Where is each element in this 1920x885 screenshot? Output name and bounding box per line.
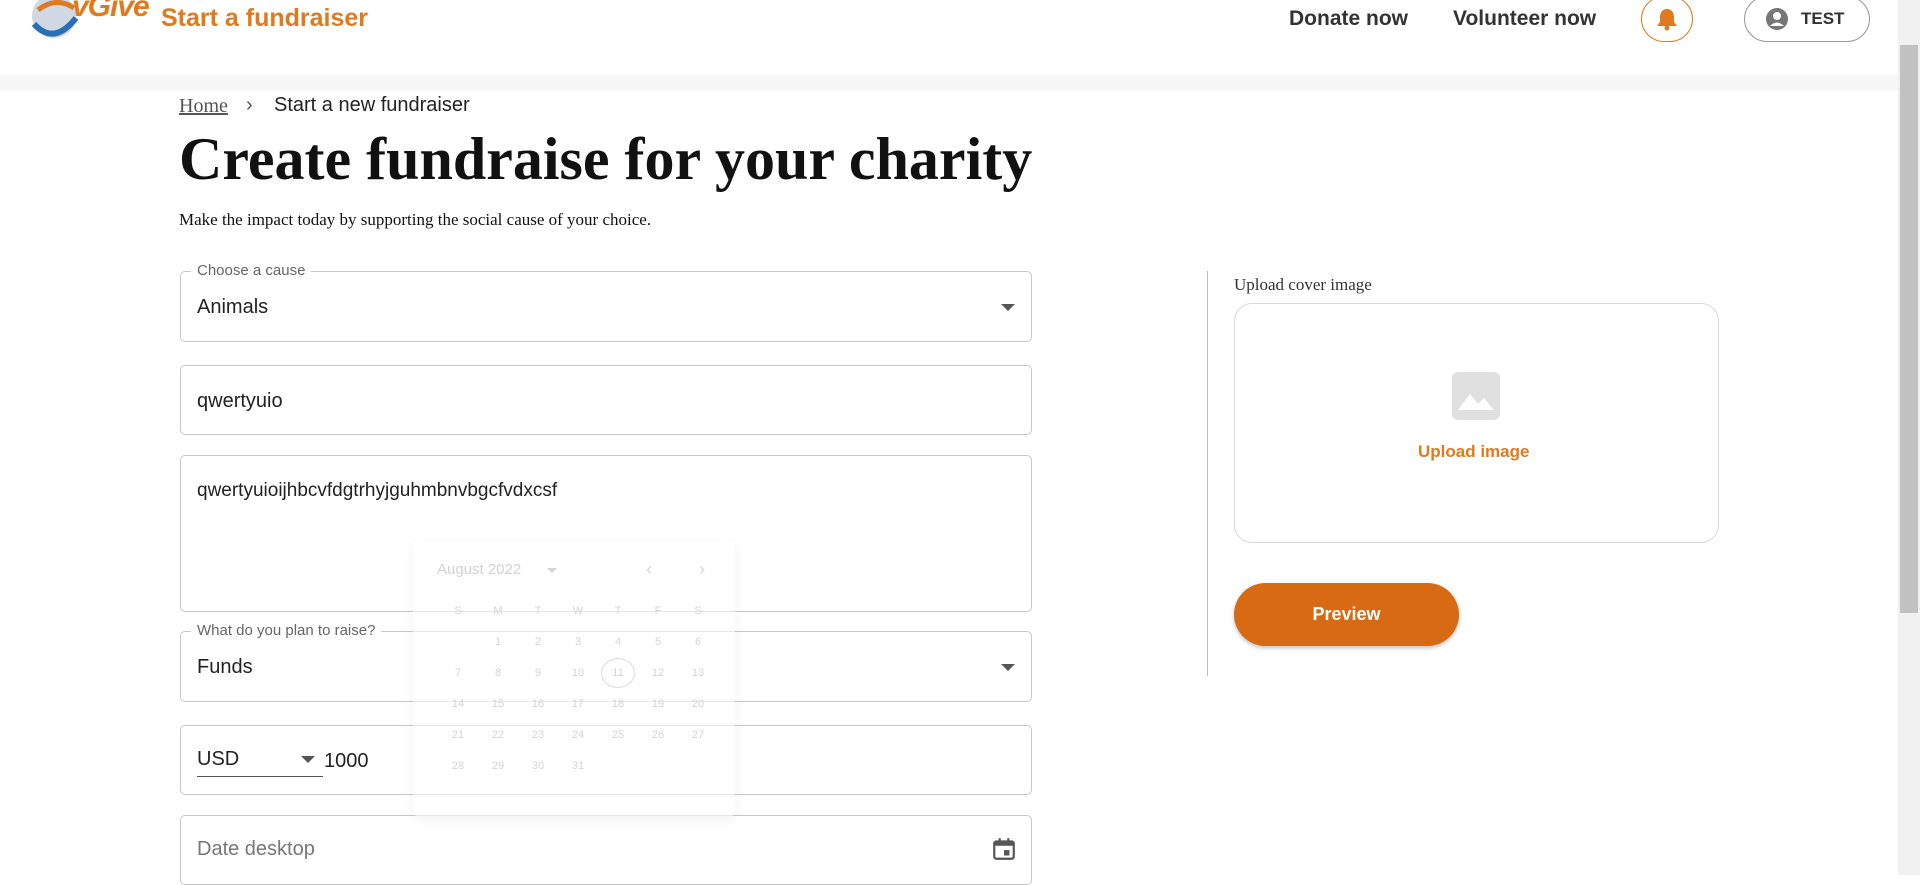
datepicker-month[interactable]: August 2022 <box>437 561 521 578</box>
chevron-down-icon[interactable] <box>547 568 557 573</box>
day-cell[interactable]: 13 <box>678 657 718 688</box>
day-cell[interactable]: 15 <box>478 688 518 719</box>
day-cell[interactable]: 18 <box>598 688 638 719</box>
day-cell[interactable]: 9 <box>518 657 558 688</box>
logo-text: vGive <box>72 0 150 23</box>
weekday-label: W <box>572 604 584 617</box>
breadcrumb-current: Start a new fundraiser <box>274 94 470 116</box>
plan-label: What do you plan to raise? <box>191 622 382 639</box>
amount-input[interactable]: 1000 <box>324 750 369 773</box>
currency-select[interactable]: USD <box>197 744 323 777</box>
chevron-down-icon <box>301 756 315 763</box>
weekday-label: F <box>654 604 662 617</box>
chevron-right-icon[interactable]: › <box>699 559 705 580</box>
description-value: qwertyuioijhbcvfdgtrhyjguhmbnvbgcfvdxcsf <box>197 480 558 501</box>
volunteer-now-link[interactable]: Volunteer now <box>1453 7 1596 31</box>
day-cell[interactable]: 1 <box>478 626 518 657</box>
day-cell[interactable]: 12 <box>638 657 678 688</box>
chevron-right-icon: › <box>246 94 253 116</box>
day-cell[interactable]: 30 <box>518 750 558 781</box>
day-cell[interactable]: 21 <box>438 719 478 750</box>
calendar-icon[interactable] <box>991 836 1017 862</box>
day-cell <box>638 750 678 781</box>
day-cell <box>438 626 478 657</box>
day-cell[interactable]: 8 <box>478 657 518 688</box>
day-cell[interactable]: 7 <box>438 657 478 688</box>
weekday-label: S <box>694 604 702 617</box>
today-day[interactable]: 11 <box>601 657 635 688</box>
day-cell[interactable]: 29 <box>478 750 518 781</box>
user-menu-button[interactable]: TEST <box>1744 0 1870 42</box>
upload-dropzone[interactable] <box>1234 303 1719 543</box>
upload-image-button[interactable]: Upload image <box>1418 442 1529 462</box>
day-cell[interactable]: 11 <box>598 657 638 688</box>
day-cell[interactable]: 31 <box>558 750 598 781</box>
name-value: qwertyuio <box>197 390 283 412</box>
scrollbar-thumb[interactable] <box>1900 45 1918 613</box>
chevron-down-icon <box>1001 664 1015 671</box>
user-name: TEST <box>1801 9 1845 28</box>
day-cell[interactable]: 22 <box>478 719 518 750</box>
notifications-button[interactable] <box>1641 0 1693 42</box>
bell-icon <box>1657 9 1677 31</box>
cause-value: Animals <box>197 296 269 318</box>
day-cell[interactable]: 27 <box>678 719 718 750</box>
day-cell[interactable]: 6 <box>678 626 718 657</box>
header-band <box>0 75 1898 91</box>
day-cell[interactable]: 25 <box>598 719 638 750</box>
preview-button[interactable]: Preview <box>1234 583 1459 646</box>
fundraiser-name-input[interactable]: qwertyuio <box>180 365 1032 435</box>
day-cell[interactable]: 26 <box>638 719 678 750</box>
day-cell[interactable]: 24 <box>558 719 598 750</box>
day-cell[interactable]: 2 <box>518 626 558 657</box>
column-divider <box>1207 271 1208 676</box>
datepicker-popover[interactable]: August 2022 ‹ › S M T W T F S 1 2 3 4 5 6 7 8 9 10 11 12 13… <box>413 541 735 816</box>
day-cell[interactable]: 20 <box>678 688 718 719</box>
plan-value: Funds <box>197 656 253 678</box>
day-cell <box>598 750 638 781</box>
page-title: Create fundraise for your charity <box>179 126 1033 192</box>
logo[interactable]: vGive <box>26 0 150 44</box>
day-cell[interactable]: 3 <box>558 626 598 657</box>
datepicker-grid: S M T W T F S 1 2 3 4 5 6 7 8 9 10 11 12 13 14 15 16 17 18 19 20 21… <box>438 595 718 781</box>
upload-label: Upload cover image <box>1234 275 1372 294</box>
chevron-left-icon[interactable]: ‹ <box>646 559 652 580</box>
currency-value: USD <box>197 748 240 770</box>
account-icon <box>1766 8 1788 30</box>
day-cell[interactable]: 16 <box>518 688 558 719</box>
weekday-label: S <box>454 604 462 617</box>
day-cell[interactable]: 5 <box>638 626 678 657</box>
chevron-down-icon <box>1001 304 1015 311</box>
start-fundraiser-link[interactable]: Start a fundraiser <box>161 4 368 33</box>
weekday-label: M <box>493 604 503 617</box>
day-cell[interactable]: 23 <box>518 719 558 750</box>
day-cell[interactable]: 10 <box>558 657 598 688</box>
day-cell[interactable]: 19 <box>638 688 678 719</box>
day-cell[interactable]: 17 <box>558 688 598 719</box>
image-icon <box>1452 372 1500 420</box>
cause-label: Choose a cause <box>191 262 312 279</box>
day-cell <box>678 750 718 781</box>
page-subtitle: Make the impact today by supporting the … <box>179 210 652 229</box>
day-cell[interactable]: 14 <box>438 688 478 719</box>
donate-now-link[interactable]: Donate now <box>1289 7 1408 31</box>
weekday-label: T <box>534 604 542 617</box>
weekday-label: T <box>614 604 622 617</box>
day-cell[interactable]: 28 <box>438 750 478 781</box>
breadcrumb-home[interactable]: Home <box>179 95 228 118</box>
date-placeholder: Date desktop <box>197 838 315 860</box>
cause-select[interactable]: Choose a cause Animals <box>180 262 1032 342</box>
day-cell[interactable]: 4 <box>598 626 638 657</box>
